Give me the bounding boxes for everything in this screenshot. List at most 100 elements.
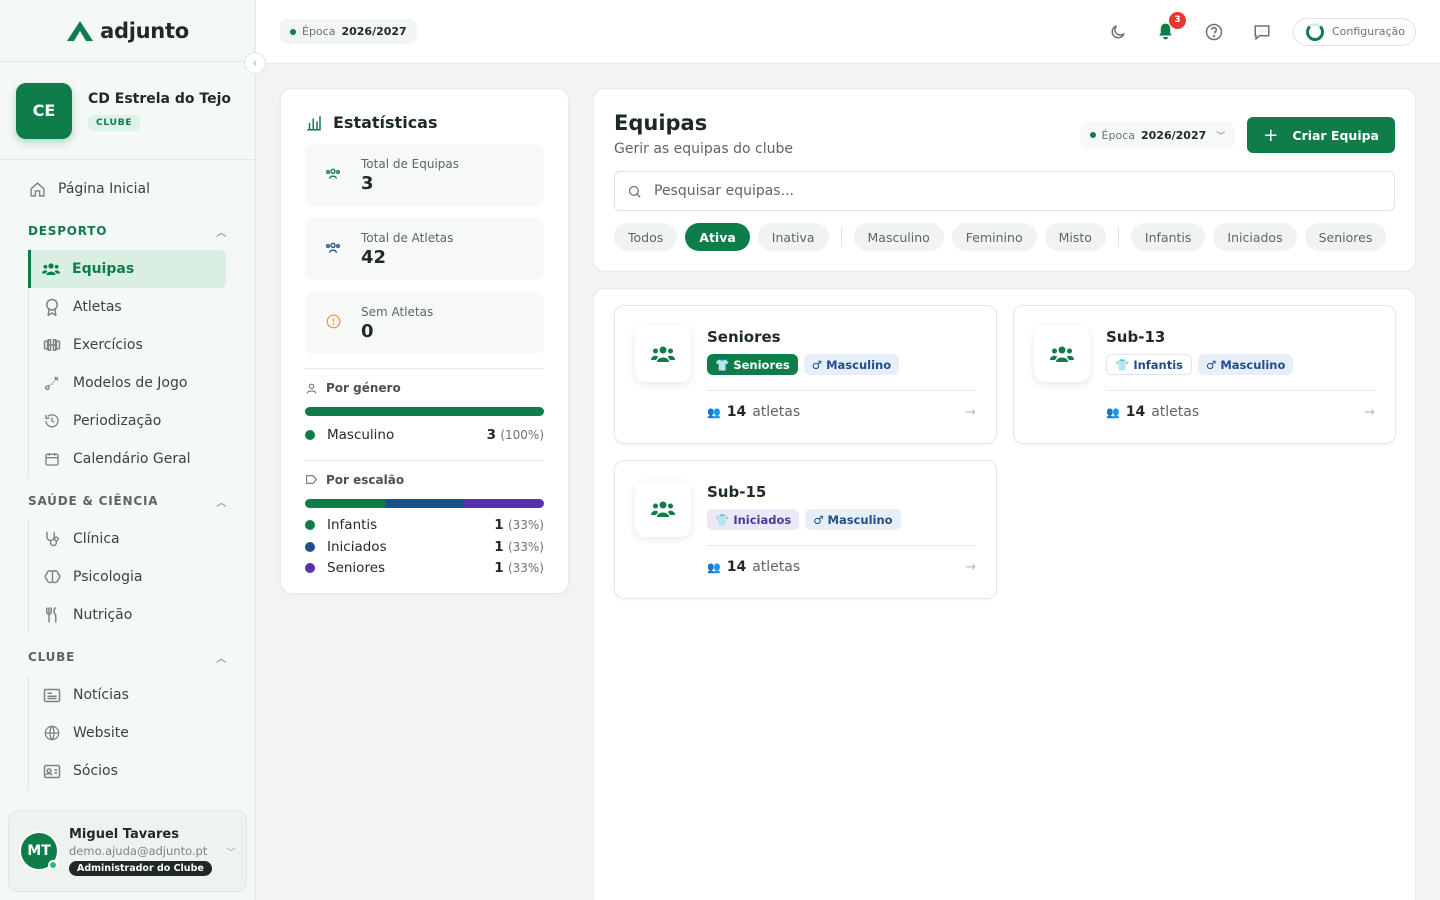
filter-chip-misto[interactable]: Misto <box>1044 223 1106 251</box>
nav-item-clinica[interactable]: Clínica <box>29 520 239 558</box>
nav-section-saude-ciencia[interactable]: SAÚDE & CIÊNCIA ︿ <box>16 482 239 520</box>
team-card-sub-13[interactable]: Sub-13 👕 Infantis ♂ Masculino 👥 14 atletas… <box>1013 305 1396 444</box>
top-actions: 3 Configuração <box>1107 11 1416 46</box>
search-bar <box>614 171 1395 211</box>
nav-section-title: DESPORTO <box>28 224 108 238</box>
legend-dot <box>305 429 315 440</box>
filter-chip-inativa[interactable]: Inativa <box>757 223 829 251</box>
nav-item-website[interactable]: Website <box>29 714 239 752</box>
gender-legend: Masculino 3 (100%) <box>305 424 544 446</box>
legend-count: 3 <box>486 426 497 443</box>
team-icon <box>635 481 691 537</box>
athlete-count: 14 <box>1125 404 1146 420</box>
gender-distribution-bar <box>305 407 544 416</box>
team-name: Sub-15 <box>707 483 767 501</box>
statistics-panel: Estatísticas Total de Equipas 3 Total de… <box>280 88 569 594</box>
level-legend: Infantis 1 (33%) Iniciados 1 (33%) Senio… <box>305 515 544 580</box>
filter-chip-feminino[interactable]: Feminino <box>951 223 1037 251</box>
legend-label: Infantis <box>327 517 378 534</box>
filter-chip-masculino[interactable]: Masculino <box>853 223 944 251</box>
home-icon <box>28 180 46 198</box>
nav-section-clube[interactable]: CLUBE ︿ <box>16 638 239 676</box>
nav-item-exercicios[interactable]: Exercícios <box>29 326 239 364</box>
filter-chip-todos[interactable]: Todos <box>614 223 678 251</box>
logo-text: adjunto <box>100 18 189 43</box>
logo[interactable]: adjunto <box>0 0 255 62</box>
bar-segment-iniciados <box>384 498 465 508</box>
nav-item-atletas[interactable]: Atletas <box>29 288 239 326</box>
season-select[interactable]: Época 2026/2027 ﹀ <box>1079 121 1236 149</box>
team-icon <box>321 167 345 184</box>
gender-heading: Por género <box>305 381 544 395</box>
filter-chip-iniciados[interactable]: Iniciados <box>1213 223 1297 251</box>
dark-mode-toggle[interactable] <box>1107 21 1129 43</box>
male-icon: ♂ <box>813 512 824 527</box>
level-badge-text: Infantis <box>1133 357 1184 372</box>
notifications-button[interactable]: 3 <box>1155 11 1186 43</box>
nav-item-equipas[interactable]: Equipas <box>28 250 226 288</box>
male-icon: ♂ <box>811 357 823 372</box>
athlete-count: 14 <box>726 559 747 575</box>
search-icon <box>628 185 641 198</box>
club-card[interactable]: CE CD Estrela do Tejo CLUBE <box>0 62 255 160</box>
stat-label: Total de Equipas <box>361 156 460 171</box>
team-icon <box>42 260 60 278</box>
help-button[interactable] <box>1203 21 1225 43</box>
team-icon <box>635 326 691 382</box>
stethoscope-icon <box>43 530 61 548</box>
tactics-icon <box>43 374 61 392</box>
team-footer: 👥 14 atletas → <box>707 545 976 575</box>
team-tags: 👕 Seniores ♂ Masculino <box>707 354 976 375</box>
divider <box>305 459 544 461</box>
filter-chip-seniores[interactable]: Seniores <box>1304 223 1387 251</box>
status-dot <box>1089 132 1096 138</box>
logo-icon <box>67 20 94 41</box>
team-body: Sub-13 👕 Infantis ♂ Masculino <box>1106 328 1375 375</box>
nav-item-periodizacao[interactable]: Periodização <box>29 402 239 440</box>
user-menu[interactable]: MT Miguel Tavares demo.ajuda@adjunto.pt … <box>8 810 247 892</box>
nav-group-clube: Notícias Website Sócios <box>28 676 239 790</box>
nav-item-socios[interactable]: Sócios <box>29 752 239 790</box>
gender-badge-text: Masculino <box>827 512 893 527</box>
nav-section-title: SAÚDE & CIÊNCIA <box>28 494 159 508</box>
team-card-seniores[interactable]: Seniores 👕 Seniores ♂ Masculino 👥 14 atlet… <box>614 305 997 444</box>
messages-button[interactable] <box>1251 21 1273 43</box>
chevron-up-icon: ︿ <box>216 497 227 509</box>
gender-badge-text: Masculino <box>1220 357 1286 372</box>
team-name: Seniores <box>707 328 781 346</box>
collapse-sidebar-button[interactable]: ‹ <box>244 52 266 74</box>
stat-total-teams: Total de Equipas 3 <box>305 144 544 206</box>
team-card-sub-15[interactable]: Sub-15 👕 Iniciados ♂ Masculino 👥 14 atleta… <box>614 460 997 599</box>
filter-chip-ativa[interactable]: Ativa <box>685 223 750 251</box>
stat-no-athletes: Sem Atletas 0 <box>305 292 544 354</box>
stat-value: 0 <box>361 320 374 342</box>
legend-row-iniciados: Iniciados 1 (33%) <box>305 536 544 558</box>
nav-item-label: Exercícios <box>73 337 143 353</box>
team-tags: 👕 Infantis ♂ Masculino <box>1106 354 1375 375</box>
search-input[interactable] <box>654 183 1382 199</box>
brain-icon <box>43 568 61 586</box>
nav-item-label: Notícias <box>73 687 129 703</box>
nav-group-desporto: Equipas Atletas Exercícios Modelos de Jo… <box>28 250 239 478</box>
member-card-icon <box>43 762 61 780</box>
create-team-button[interactable]: + Criar Equipa <box>1247 117 1395 153</box>
status-dot <box>290 28 296 35</box>
nav-item-noticias[interactable]: Notícias <box>29 676 239 714</box>
nav-item-calendario-geral[interactable]: Calendário Geral <box>29 440 239 478</box>
calendar-icon <box>43 450 61 468</box>
team-footer: 👥 14 atletas → <box>1106 390 1375 420</box>
season-indicator[interactable]: Época 2026/2027 <box>280 19 417 44</box>
nav-item-psicologia[interactable]: Psicologia <box>29 558 239 596</box>
filter-chip-infantis[interactable]: Infantis <box>1130 223 1206 251</box>
user-email: demo.ajuda@adjunto.pt <box>69 843 208 858</box>
nav-section-desporto[interactable]: DESPORTO ︿ <box>16 212 239 250</box>
nav-item-modelos-de-jogo[interactable]: Modelos de Jogo <box>29 364 239 402</box>
nav-item-nutricao[interactable]: Nutrição <box>29 596 239 634</box>
filter-separator <box>840 227 842 247</box>
configuration-button[interactable]: Configuração <box>1292 17 1416 46</box>
nav-home[interactable]: Página Inicial <box>16 170 239 208</box>
nav-item-label: Nutrição <box>73 607 133 623</box>
shirt-icon: 👕 <box>715 357 730 372</box>
nav-home-label: Página Inicial <box>58 181 151 197</box>
legend-dot <box>305 541 315 552</box>
